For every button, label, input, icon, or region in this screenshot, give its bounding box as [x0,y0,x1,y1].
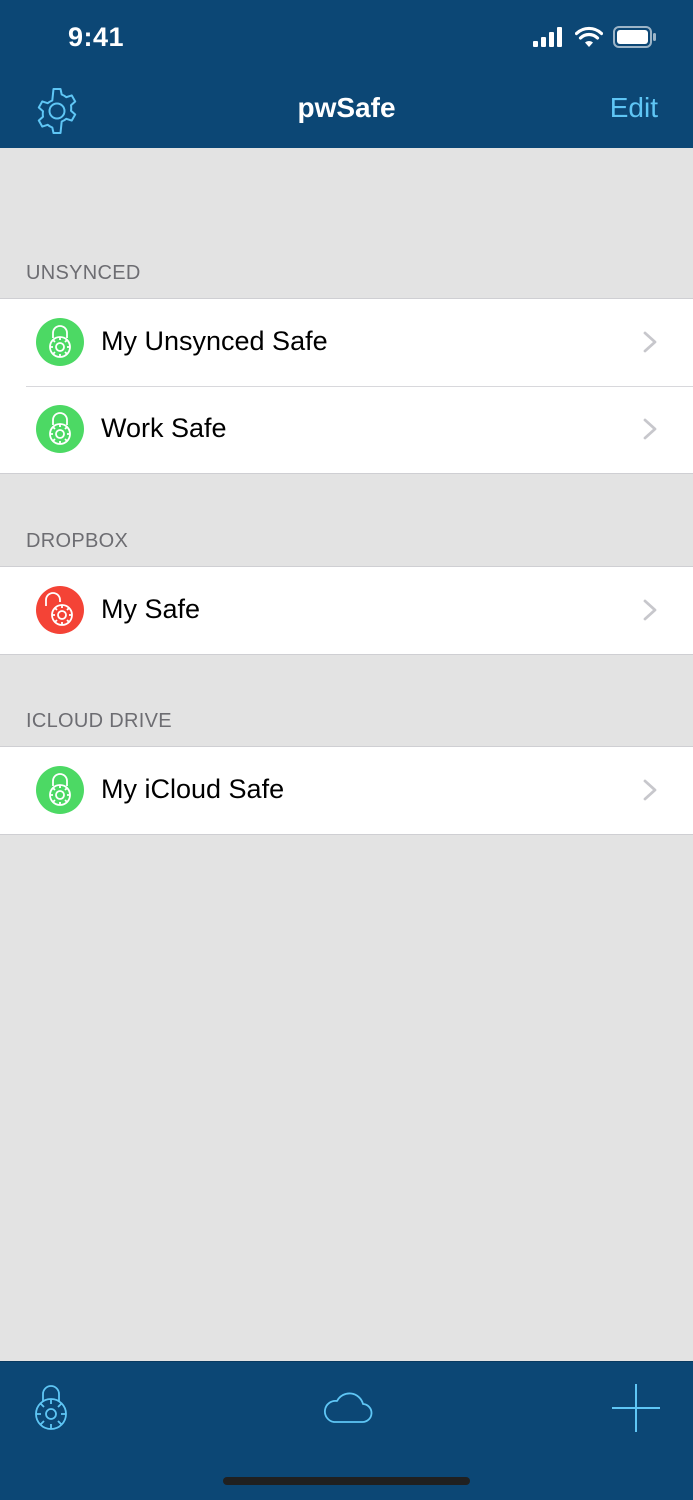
list-group-icloud-drive: My iCloud Safe [0,746,693,835]
edit-button[interactable]: Edit [610,92,658,124]
add-icon[interactable] [612,1384,660,1432]
status-icons [533,26,657,48]
home-indicator [223,1477,470,1485]
section-header-unsynced: UNSYNCED [26,262,141,284]
page-title: pwSafe [297,92,396,123]
safe-name: My Unsynced Safe [101,326,328,356]
safe-name: Work Safe [101,413,227,443]
chevron-right-icon [643,331,657,353]
signal-icon [533,27,562,47]
list-item[interactable]: My iCloud Safe [0,747,693,834]
safe-name: My Safe [101,594,201,624]
safe-name: My iCloud Safe [101,774,285,804]
locked-safe-icon [36,766,84,814]
list-item[interactable]: My Unsynced Safe [0,299,693,386]
list-item[interactable]: My Safe [0,567,693,654]
list-group-dropbox: My Safe [0,566,693,655]
cloud-icon[interactable] [321,1392,373,1424]
section-header-dropbox: DROPBOX [26,530,129,552]
navigation-bar: 9:41 pwSafe Edit [0,0,693,148]
list-item[interactable]: Work Safe [0,386,693,473]
screen: 9:41 pwSafe Edit UNSYNCED My Unsynced Sa… [0,0,693,1500]
chevron-right-icon [643,418,657,440]
list-group-unsynced: My Unsynced Safe Work Safe [0,298,693,474]
locked-safe-icon [36,405,84,453]
battery-icon [613,26,656,48]
lock-icon[interactable] [31,1382,71,1432]
wifi-icon [575,26,603,47]
status-time: 9:41 [68,22,125,52]
chevron-right-icon [643,779,657,801]
unlocked-safe-icon [36,586,84,634]
locked-safe-icon [36,318,84,366]
chevron-right-icon [643,599,657,621]
section-header-icloud-drive: ICLOUD DRIVE [26,710,172,732]
